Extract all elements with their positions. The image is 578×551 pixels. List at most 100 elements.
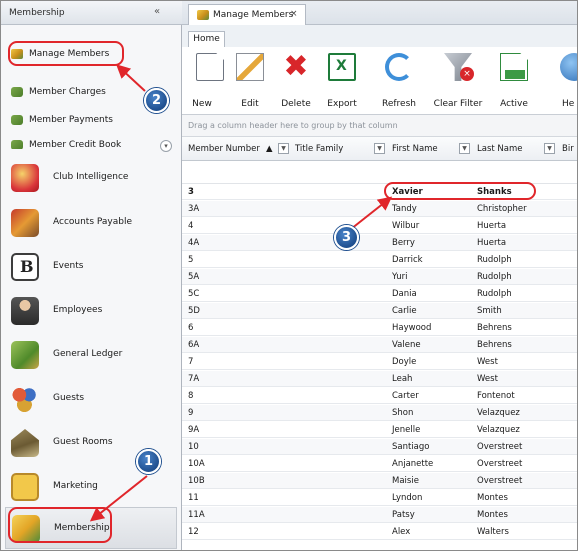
active-icon (500, 53, 528, 81)
table-row[interactable]: 6A Valene Behrens (182, 337, 577, 353)
table-row[interactable]: 5D Carlie Smith (182, 303, 577, 319)
column-last-name[interactable]: Last Name (477, 144, 522, 154)
table-row[interactable]: 10A Anjanette Overstreet (182, 456, 577, 472)
cell-first-name: Patsy (392, 510, 415, 520)
tab-manage-members[interactable]: Manage Members × (188, 4, 306, 25)
table-row[interactable]: 10 Santiago Overstreet (182, 439, 577, 455)
grid-filter-row[interactable] (182, 161, 577, 184)
table-row[interactable]: 3A Tandy Christopher (182, 201, 577, 217)
column-title-family[interactable]: Title Family (295, 144, 343, 154)
table-row[interactable]: 4 Wilbur Huerta (182, 218, 577, 234)
group-by-hint: Drag a column header here to group by th… (188, 121, 398, 130)
document-tab-strip: Manage Members × (182, 1, 577, 25)
cell-member-number: 7 (188, 357, 194, 367)
highlight-manage-members (8, 41, 124, 66)
delete-button[interactable]: ✖ Delete (274, 49, 318, 113)
table-row[interactable]: 5 Darrick Rudolph (182, 252, 577, 268)
tab-label: Manage Members (213, 10, 294, 20)
export-button[interactable]: X Export (320, 53, 364, 113)
ribbon-toolbar: New Edit ✖ Delete X Export Refresh × Cle… (182, 47, 577, 115)
button-label: Export (327, 99, 357, 109)
clear-filter-button[interactable]: × Clear Filter (430, 53, 486, 113)
cell-last-name: Behrens (477, 340, 512, 350)
table-row[interactable]: 8 Carter Fontenot (182, 388, 577, 404)
active-icon-band (505, 70, 525, 79)
cell-last-name: West (477, 357, 498, 367)
table-row[interactable]: 11A Patsy Montes (182, 507, 577, 523)
module-label: Events (53, 261, 84, 271)
cell-member-number: 6A (188, 340, 200, 350)
new-button[interactable]: New (188, 53, 228, 113)
module-label: Guest Rooms (53, 437, 113, 447)
button-label: Clear Filter (433, 99, 483, 109)
close-icon[interactable]: × (290, 9, 298, 19)
new-document-icon (196, 53, 224, 81)
cell-first-name: Maisie (392, 476, 419, 486)
cell-first-name: Berry (392, 238, 415, 248)
module-label: Club Intelligence (53, 172, 129, 182)
table-row[interactable]: 5A Yuri Rudolph (182, 269, 577, 285)
group-by-panel[interactable]: Drag a column header here to group by th… (182, 115, 577, 137)
filter-dropdown-icon[interactable]: ▼ (278, 143, 289, 154)
table-row[interactable]: 9 Shon Velazquez (182, 405, 577, 421)
module-label: Marketing (53, 481, 98, 491)
table-row[interactable]: 11 Lyndon Montes (182, 490, 577, 506)
nav-link-member-credit-book[interactable]: Member Credit Book (5, 135, 177, 149)
refresh-button[interactable]: Refresh (374, 53, 424, 113)
cell-last-name: Christopher (477, 204, 527, 214)
cell-member-number: 11A (188, 510, 205, 520)
button-label: New (192, 99, 212, 109)
table-row[interactable]: 6 Haywood Behrens (182, 320, 577, 336)
employees-icon (11, 297, 39, 325)
cell-member-number: 3A (188, 204, 200, 214)
table-row[interactable]: 7 Doyle West (182, 354, 577, 370)
active-button[interactable]: Active (492, 53, 536, 113)
cell-first-name: Dania (392, 289, 417, 299)
clear-x-icon: × (460, 67, 474, 81)
filter-dropdown-icon[interactable]: ▼ (544, 143, 555, 154)
module-events[interactable]: B Events (5, 246, 177, 288)
cell-first-name: Darrick (392, 255, 423, 265)
filter-dropdown-icon[interactable]: ▼ (459, 143, 470, 154)
module-guests[interactable]: Guests (5, 378, 177, 420)
cell-first-name: Doyle (392, 357, 417, 367)
cell-member-number: 5 (188, 255, 194, 265)
column-first-name[interactable]: First Name (392, 144, 438, 154)
cell-last-name: Walters (477, 527, 509, 537)
cell-first-name: Valene (392, 340, 421, 350)
cell-first-name: Shon (392, 408, 414, 418)
nav-title: Membership (9, 8, 65, 18)
column-birthdate[interactable]: Bir (562, 144, 574, 154)
cell-last-name: Montes (477, 493, 508, 503)
help-button[interactable]: He (548, 53, 577, 113)
table-row[interactable]: 5C Dania Rudolph (182, 286, 577, 302)
cell-last-name: Overstreet (477, 459, 523, 469)
column-member-number[interactable]: Member Number (188, 144, 260, 154)
scroll-down-icon[interactable]: ▾ (160, 140, 172, 152)
nav-link-member-payments[interactable]: Member Payments (5, 110, 177, 130)
cell-first-name: Carlie (392, 306, 417, 316)
module-accounts-payable[interactable]: Accounts Payable (5, 202, 177, 244)
table-row[interactable]: 9A Jenelle Velazquez (182, 422, 577, 438)
table-row[interactable]: 12 Alex Walters (182, 524, 577, 540)
cell-first-name: Wilbur (392, 221, 420, 231)
module-employees[interactable]: Employees (5, 290, 177, 332)
table-row[interactable]: 4A Berry Huerta (182, 235, 577, 251)
delete-icon: ✖ (283, 49, 309, 84)
table-row[interactable]: 7A Leah West (182, 371, 577, 387)
table-row[interactable]: 10B Maisie Overstreet (182, 473, 577, 489)
module-general-ledger[interactable]: General Ledger (5, 334, 177, 376)
filter-dropdown-icon[interactable]: ▼ (374, 143, 385, 154)
edit-button[interactable]: Edit (228, 53, 272, 113)
edit-icon (236, 53, 264, 81)
module-club-intelligence[interactable]: Club Intelligence (5, 157, 177, 199)
callout-1: 1 (136, 449, 161, 474)
cell-first-name: Alex (392, 527, 411, 537)
members-icon (197, 10, 209, 20)
module-label: Accounts Payable (53, 217, 133, 227)
collapse-icon[interactable]: « (154, 6, 160, 17)
tab-home[interactable]: Home (188, 31, 225, 47)
callout-3: 3 (334, 225, 359, 250)
cell-member-number: 3 (188, 187, 194, 197)
nav-link-label: Member Credit Book (29, 140, 122, 149)
